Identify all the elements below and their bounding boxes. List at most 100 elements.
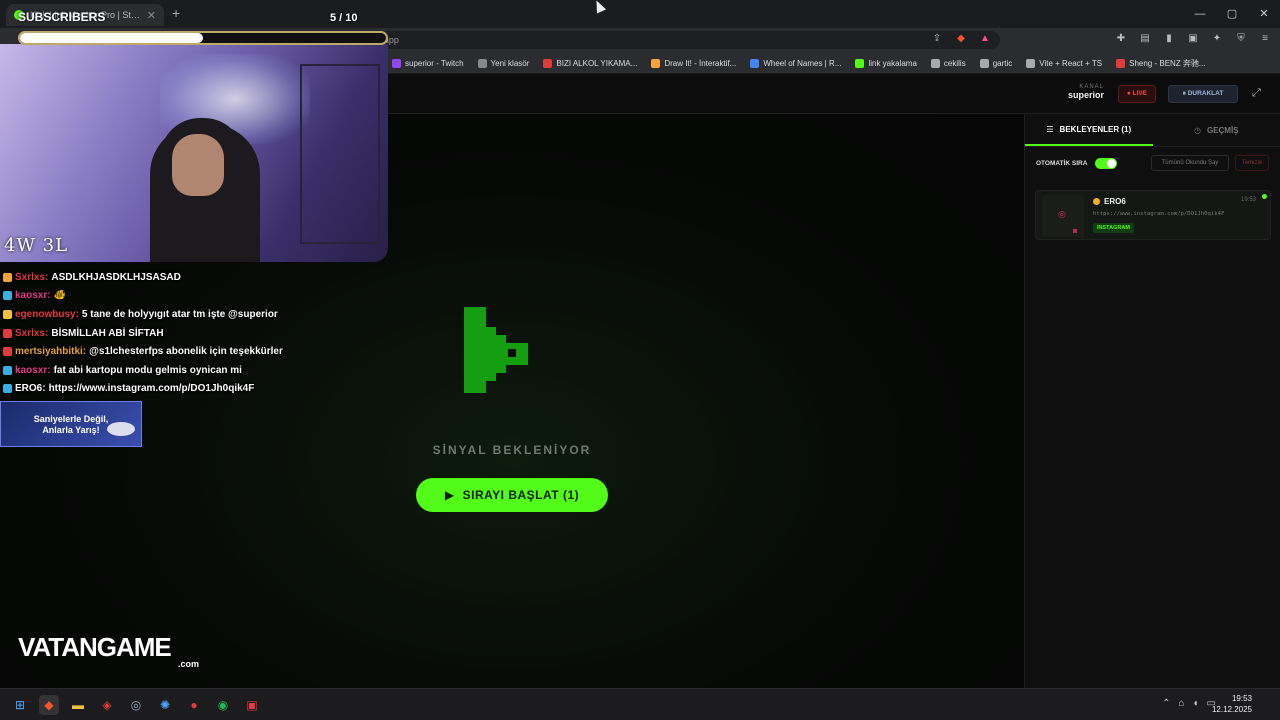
system-tray: ⌃ ⌂ ◖ ▭ xyxy=(1162,698,1216,709)
vpn-icon[interactable]: ⛨ xyxy=(1234,32,1248,46)
sidebar-icon[interactable]: ▮ xyxy=(1162,32,1176,46)
bookmark-favicon-icon xyxy=(930,58,940,68)
chat-message: kaosxr: fat abi kartopu modu gelmis oynic… xyxy=(3,361,393,380)
brave-shields-icon[interactable]: ◆ xyxy=(954,32,968,46)
minimize-button[interactable]: — xyxy=(1184,0,1216,28)
steam-icon[interactable]: ◎ xyxy=(126,695,146,715)
new-tab-button[interactable]: + xyxy=(172,5,180,21)
tray-chevron-icon[interactable]: ⌃ xyxy=(1162,698,1170,709)
bookmark-item[interactable]: Yeni klasör xyxy=(477,58,529,68)
subs-goal-bar xyxy=(18,31,388,45)
app-red-icon[interactable]: ● xyxy=(184,695,204,715)
auto-queue-toggle[interactable] xyxy=(1095,158,1117,169)
sponsor-name: VATANGAME xyxy=(18,632,172,662)
chat-badge-icon xyxy=(3,309,12,319)
url-field[interactable]: linkyakalama.netlify.app xyxy=(280,31,1000,49)
chat-text: ASDLKHJASDKLHJSASAD xyxy=(51,271,181,283)
clear-button[interactable]: Temizle xyxy=(1235,155,1269,171)
pause-button[interactable]: ⏸ DURAKLAT xyxy=(1168,85,1238,103)
network-icon[interactable]: ⌂ xyxy=(1178,698,1184,709)
bookmark-label: gartic xyxy=(992,58,1013,68)
file-explorer-icon[interactable]: ▬ xyxy=(68,695,88,715)
auto-queue-row: OTOMATİK SIRA Tümünü Okundu Say Temizle xyxy=(1025,147,1280,181)
menu-icon[interactable]: ≡ xyxy=(1258,32,1272,46)
win-loss-record: 4W 3L xyxy=(4,235,69,256)
live-button[interactable]: ● LIVE xyxy=(1118,85,1156,103)
bookmark-favicon-icon xyxy=(1026,58,1036,68)
bookmark-item[interactable]: link yakalama xyxy=(855,58,917,68)
mark-all-read-button[interactable]: Tümünü Okundu Say xyxy=(1151,155,1229,171)
bookmark-item[interactable]: superior - Twitch xyxy=(392,58,464,68)
chat-username: Sxrlxs: xyxy=(15,271,49,283)
bookmark-item[interactable]: cekilis xyxy=(930,58,966,68)
bookmark-item[interactable]: Wheel of Names | R... xyxy=(750,58,841,68)
link-card[interactable]: ◙ ERO6 19:53 https://www.instagram.com/p… xyxy=(1035,190,1271,240)
bookmark-label: BIZI ALKOL YIKAMA... xyxy=(556,58,638,68)
bookmark-favicon-icon xyxy=(750,58,760,68)
clock-icon: ◷ xyxy=(1193,125,1201,135)
leo-ai-icon[interactable]: ✦ xyxy=(1210,32,1224,46)
bookmark-item[interactable]: Draw It! - İnteraktif... xyxy=(651,58,736,68)
bookmark-label: Sheng - BENZ 奔驰... xyxy=(1129,58,1206,68)
chat-text: fat abi kartopu modu gelmis oynican mi xyxy=(53,364,242,376)
media-icon[interactable]: ▤ xyxy=(1138,32,1152,46)
chat-username: ERO6: xyxy=(15,383,46,395)
brave-taskbar-icon[interactable]: ◆ xyxy=(39,695,59,715)
card-user: ERO6 xyxy=(1093,197,1126,206)
webcam-overlay: 4W 3L xyxy=(0,44,388,262)
tab-waiting[interactable]: ☰ BEKLEYENLER (1) xyxy=(1025,114,1153,146)
subs-goal-count: 5 / 10 xyxy=(330,12,358,24)
tab-close-icon[interactable]: ✕ xyxy=(147,9,156,22)
start-queue-button[interactable]: ▶ SIRAYI BAŞLAT (1) xyxy=(416,478,608,512)
channel-value: superior xyxy=(1067,90,1104,100)
webcam-shelf xyxy=(300,64,380,244)
spotify-icon[interactable]: ◉ xyxy=(213,695,233,715)
list-icon: ☰ xyxy=(1046,124,1054,134)
chat-message: kaosxr: 🐠 xyxy=(3,287,393,306)
tab-history[interactable]: ◷ GEÇMİŞ xyxy=(1153,114,1280,146)
online-dot-icon xyxy=(1262,194,1267,199)
popout-icon[interactable]: ⤢ xyxy=(1252,87,1261,100)
brave-rewards-icon[interactable]: ▲ xyxy=(978,32,992,46)
chat-text: 5 tane de holyyıgıt atar tm işte @superi… xyxy=(81,308,278,320)
card-username: ERO6 xyxy=(1104,197,1126,206)
chat-username: kaosxr: xyxy=(15,290,51,302)
signal-status-text: SİNYAL BEKLENİYOR xyxy=(432,443,592,457)
battlenet-icon[interactable]: ✺ xyxy=(155,695,175,715)
clock[interactable]: 19:53 12.12.2025 xyxy=(1212,693,1252,715)
app-obs-icon[interactable]: ▣ xyxy=(242,695,262,715)
taskbar: ⊞ ◆ ▬ ◈ ◎ ✺ ● ◉ ▣ ⌃ ⌂ ◖ ▭ 19:53 12.12.20… xyxy=(0,688,1280,720)
chat-message: Sxrlxs: BİSMİLLAH ABİ SİFTAH xyxy=(3,324,393,343)
chat-badge-icon xyxy=(3,272,12,282)
clock-time: 19:53 xyxy=(1231,694,1252,703)
bookmark-item[interactable]: Sheng - BENZ 奔驰... xyxy=(1116,58,1206,69)
ad-banner: Saniyelerle Değil, Anlarla Yarış! xyxy=(0,401,142,447)
bookmark-favicon-icon xyxy=(979,58,989,68)
wallet-icon[interactable]: ▣ xyxy=(1186,32,1200,46)
volume-icon[interactable]: ◖ xyxy=(1193,698,1199,709)
chat-text: @s1lchesterfps abonelik için teşekkürler xyxy=(89,346,283,358)
riot-icon[interactable]: ◈ xyxy=(97,695,117,715)
address-icons: ⇪ ◆ ▲ xyxy=(930,32,992,46)
chat-message: ERO6: https://www.instagram.com/p/DO1Jh0q… xyxy=(3,380,393,399)
instagram-icon: ◙ xyxy=(1073,228,1078,235)
bookmark-item[interactable]: Vite + React + TS xyxy=(1026,58,1102,68)
extension-icons: ✚ ▤ ▮ ▣ ✦ ⛨ ≡ xyxy=(1114,32,1272,46)
close-window-button[interactable]: ✕ xyxy=(1248,0,1280,28)
queue-panel: ☰ BEKLEYENLER (1) ◷ GEÇMİŞ OTOMATİK SIRA… xyxy=(1024,114,1280,688)
windows-start-icon[interactable]: ⊞ xyxy=(10,695,30,715)
kick-logo-icon xyxy=(464,307,528,393)
bookmark-item[interactable]: BIZI ALKOL YIKAMA... xyxy=(543,58,638,68)
browser-tabstrip: Kick Link Monitor Pro | Stream D... ✕ + … xyxy=(0,0,1280,28)
auto-queue-label: OTOMATİK SIRA xyxy=(1036,160,1088,167)
share-icon[interactable]: ⇪ xyxy=(930,32,944,46)
extensions-icon[interactable]: ✚ xyxy=(1114,32,1128,46)
chat-message: mertsiyahbitki: @s1lchesterfps abonelik i… xyxy=(3,342,393,361)
maximize-button[interactable]: ▢ xyxy=(1216,0,1248,28)
card-url[interactable]: https://www.instagram.com/p/DO1Jh0qik4F xyxy=(1093,211,1224,217)
bookmark-label: cekilis xyxy=(943,58,966,68)
bookmark-item[interactable]: gartic xyxy=(979,58,1013,68)
chat-message: egenowbusy: 5 tane de holyyıgıt atar tm i… xyxy=(3,305,393,324)
bookmark-favicon-icon xyxy=(651,58,661,68)
bookmark-label: link yakalama xyxy=(868,58,917,68)
